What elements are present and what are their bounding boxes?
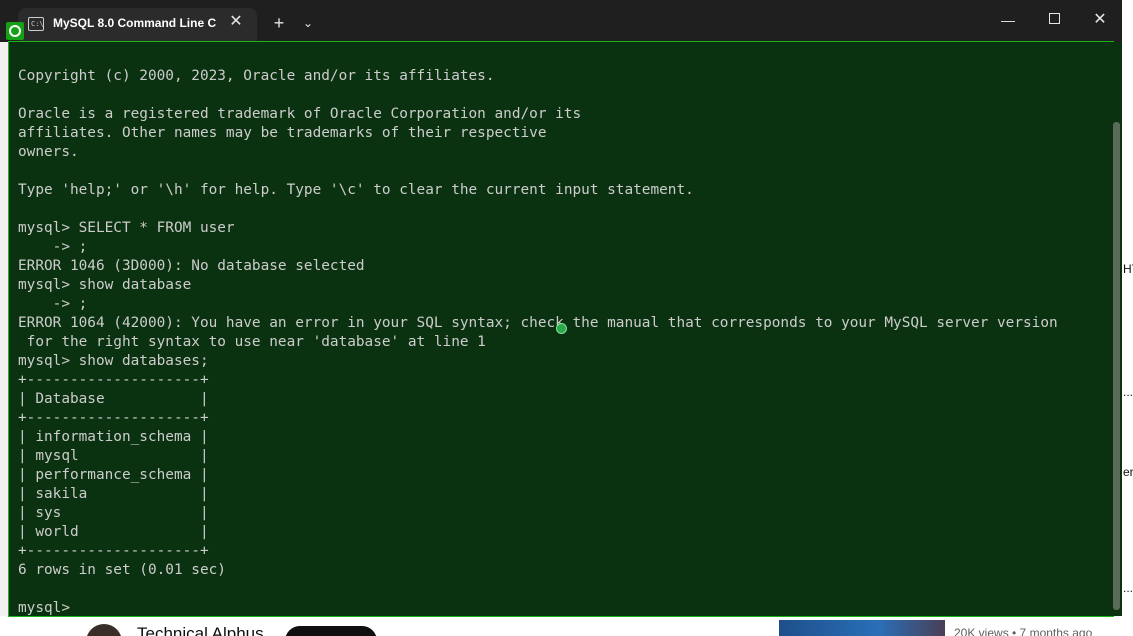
terminal-line: -> ; (18, 239, 88, 255)
maximize-icon (1048, 12, 1060, 24)
terminal-line: +--------------------+ (18, 372, 209, 388)
terminal-line: mysql> show databases; (18, 353, 209, 369)
terminal-line: -> ; (18, 296, 88, 312)
chevron-down-icon[interactable]: ⌄ (298, 12, 318, 34)
tab-title: MySQL 8.0 Command Line Cli (53, 16, 216, 30)
terminal-line: affiliates. Other names may be trademark… (18, 125, 547, 141)
title-bar[interactable]: C:\ MySQL 8.0 Command Line Cli ✕ + ⌄ — ✕ (0, 0, 1122, 42)
terminal-line: +--------------------+ (18, 410, 209, 426)
new-tab-button[interactable]: + (269, 12, 289, 34)
terminal-line: Type 'help;' or '\h' for help. Type '\c'… (18, 182, 694, 198)
recording-indicator-icon (6, 22, 24, 40)
video-meta: 20K views • 7 months ago (954, 626, 1093, 636)
terminal-line: Copyright (c) 2000, 2023, Oracle and/or … (18, 68, 495, 84)
mouse-cursor-icon (556, 323, 567, 334)
terminal-line: owners. (18, 144, 79, 160)
minimize-button[interactable]: — (988, 8, 1028, 32)
terminal-line: | world | (18, 524, 209, 540)
console-icon: C:\ (28, 17, 44, 31)
terminal-line: | Database | (18, 391, 209, 407)
background-right-fragment: ers (1123, 465, 1133, 479)
close-window-button[interactable]: ✕ (1080, 8, 1120, 32)
subscribe-button[interactable] (285, 626, 377, 636)
terminal-line: mysql> show database (18, 277, 192, 293)
terminal-line: | information_schema | (18, 429, 209, 445)
console-icon-text: C:\ (31, 20, 44, 28)
tab-mysql-cli[interactable]: C:\ MySQL 8.0 Command Line Cli ✕ (18, 8, 257, 42)
terminal-line: | sakila | (18, 486, 209, 502)
maximize-button[interactable] (1034, 8, 1074, 32)
terminal-line: 6 rows in set (0.01 sec) (18, 562, 226, 578)
terminal-line: for the right syntax to use near 'databa… (18, 334, 486, 350)
screen: HT ... ers ... Technical Alphus 20K view… (0, 0, 1133, 636)
terminal-text[interactable]: Copyright (c) 2000, 2023, Oracle and/or … (18, 67, 1058, 616)
background-right-fragment: ... (1123, 581, 1133, 595)
terminal-line: +--------------------+ (18, 543, 209, 559)
background-right-fragment: ... (1123, 385, 1133, 399)
background-right-fragment: HT (1123, 262, 1133, 276)
terminal-line: ERROR 1046 (3D000): No database selected (18, 258, 365, 274)
terminal-line: | performance_schema | (18, 467, 209, 483)
scrollbar-thumb[interactable] (1113, 122, 1120, 610)
terminal-line: | sys | (18, 505, 209, 521)
terminal-line: | mysql | (18, 448, 209, 464)
terminal-line: mysql> SELECT * FROM user (18, 220, 235, 236)
terminal-window: C:\ MySQL 8.0 Command Line Cli ✕ + ⌄ — ✕… (0, 0, 1122, 622)
video-thumbnail[interactable] (779, 620, 945, 636)
close-tab-icon[interactable]: ✕ (228, 12, 244, 32)
terminal-line: Oracle is a registered trademark of Orac… (18, 106, 582, 122)
terminal-line: ERROR 1064 (42000): You have an error in… (18, 315, 1058, 331)
channel-name[interactable]: Technical Alphus (137, 624, 264, 636)
terminal-line: mysql> (18, 600, 79, 616)
